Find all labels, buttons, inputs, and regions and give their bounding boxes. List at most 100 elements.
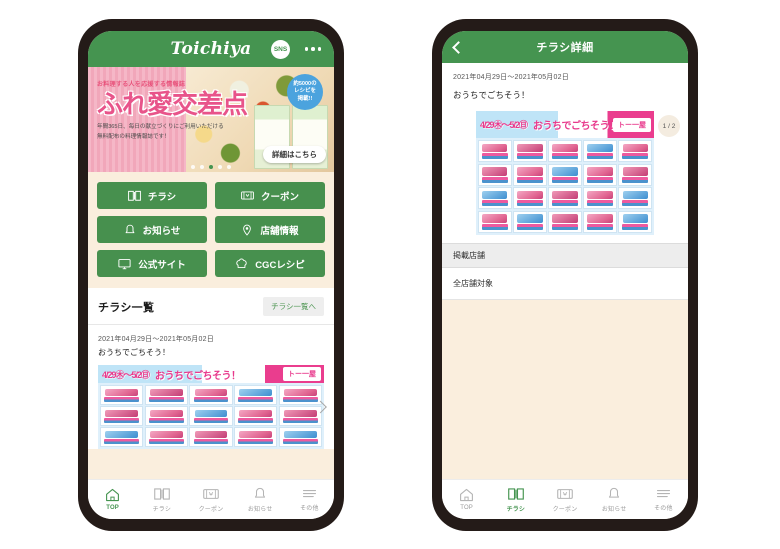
tab-top[interactable]: TOP — [442, 488, 491, 511]
tab-label-coupon: クーポン — [198, 506, 224, 513]
hero-copy: お料理する人を応援する情報誌 ふれ愛交差点 年間365日、毎日の献立づくりにご利… — [97, 79, 248, 142]
menu-label-coupon: クーポン — [260, 191, 299, 203]
flyer-cell — [478, 210, 512, 233]
flyer-thumbnail[interactable]: 4/29㊍～5/2㊐ おうちでごちそう！ トー一屋 — [98, 365, 324, 449]
bottom-tab-bar-detail: TOP チラシ クーポン お知らせ その他 — [442, 479, 688, 519]
tab-label-news: お知らせ — [247, 506, 273, 513]
detail-flyer-area[interactable]: 4/29㊍～5/2㊐ おうちでごちそう！ トー一屋 1 / 2 — [442, 105, 688, 243]
flyer-product-grid — [476, 138, 654, 235]
flyer-cell — [189, 427, 233, 447]
flyer-cell — [278, 406, 322, 426]
ticket-icon — [203, 488, 219, 499]
detail-name: おうちでごちそう！ — [453, 90, 530, 100]
flyer-cell — [618, 210, 652, 233]
tab-label-top: TOP — [106, 505, 120, 511]
home-icon — [106, 488, 120, 502]
tab-label-top: TOP — [460, 505, 474, 511]
phone-mockup-top: Toichiya SNS お料理する人を応援する情報誌 ふれ愛交差点 年間365… — [78, 19, 344, 531]
tab-news[interactable]: お知らせ — [590, 487, 639, 513]
flyer-cell — [548, 140, 582, 163]
flyer-cell — [189, 406, 233, 426]
ticket-icon — [557, 488, 573, 499]
detail-page-body: 2021年04月29日～2021年05月02日 おうちでごちそう！ 4/29㊍～… — [442, 63, 688, 479]
flyer-date-text: 4/29㊍～5/2㊐ — [480, 120, 528, 131]
flyer-date-text: 4/29㊍～5/2㊐ — [102, 369, 150, 380]
kebab-menu-icon[interactable] — [304, 47, 321, 51]
flyer-banner-strip: 4/29㊍～5/2㊐ おうちでごちそう！ トー一屋 — [98, 365, 324, 384]
book-icon — [507, 487, 524, 500]
flyer-cell — [100, 385, 144, 405]
top-page-body: お料理する人を応援する情報誌 ふれ愛交差点 年間365日、毎日の献立づくりにご利… — [88, 67, 334, 479]
menu-label-cgc-recipe: CGCレシピ — [255, 259, 305, 271]
main-menu-grid: チラシ クーポン お知らせ 店舗情報 公式サイト CGCレシピ — [88, 172, 334, 288]
flyer-cell — [189, 385, 233, 405]
menu-button-flyer[interactable]: チラシ — [97, 182, 207, 209]
tab-other[interactable]: その他 — [285, 487, 334, 512]
menu-button-store-info[interactable]: 店舗情報 — [215, 216, 325, 243]
tab-coupon[interactable]: クーポン — [540, 487, 589, 513]
flyer-list-card: チラシ一覧 チラシ一覧へ 2021年04月29日～2021年05月02日 おうち… — [88, 288, 334, 449]
flyer-store-logo: トー一屋 — [283, 367, 321, 382]
hero-badge-line3: 掲載!! — [297, 95, 313, 102]
flyer-cell — [100, 406, 144, 426]
hero-description-line1: 年間365日、毎日の献立づくりにご利用いただける — [97, 124, 224, 130]
tab-label-flyer: チラシ — [152, 506, 172, 513]
menu-button-cgc-recipe[interactable]: CGCレシピ — [215, 250, 325, 277]
sns-badge[interactable]: SNS — [271, 39, 290, 59]
detail-flyer-image[interactable]: 4/29㊍～5/2㊐ おうちでごちそう！ トー一屋 — [476, 111, 654, 235]
bottom-tab-bar-top: TOP チラシ クーポン お知らせ その他 — [88, 479, 334, 519]
tab-news[interactable]: お知らせ — [236, 487, 285, 513]
hero-banner[interactable]: お料理する人を応援する情報誌 ふれ愛交差点 年間365日、毎日の献立づくりにご利… — [88, 67, 334, 172]
tab-label-other: その他 — [654, 506, 673, 512]
ticket-icon — [241, 191, 254, 200]
menu-button-news[interactable]: お知らせ — [97, 216, 207, 243]
hero-recipe-count-badge: 約5000の レシピを 掲載!! — [287, 74, 323, 110]
flyer-cell — [513, 140, 547, 163]
flyer-product-grid — [98, 383, 324, 449]
flyer-item-thumbnail-wrap[interactable]: 4/29㊍～5/2㊐ おうちでごちそう！ トー一屋 — [98, 365, 327, 449]
tab-flyer[interactable]: チラシ — [491, 487, 540, 513]
page-counter-badge: 1 / 2 — [658, 115, 680, 137]
menu-lines-icon — [302, 489, 316, 498]
app-header: Toichiya SNS — [88, 31, 334, 67]
phone-mockup-detail: チラシ詳細 2021年04月29日～2021年05月02日 おうちでごちそう！ … — [432, 19, 698, 531]
hero-description-line2: 無料配布の料理情報誌です！ — [97, 133, 170, 140]
flyer-slogan: おうちでごちそう！ — [533, 121, 619, 133]
menu-button-official-site[interactable]: 公式サイト — [97, 250, 207, 277]
bell-icon — [255, 487, 266, 498]
flyer-cell — [618, 163, 652, 186]
flyer-list-more-button[interactable]: チラシ一覧へ — [263, 297, 324, 316]
flyer-cell — [513, 187, 547, 210]
tab-label-coupon: クーポン — [552, 506, 578, 513]
flyer-cell — [478, 163, 512, 186]
flyer-cell — [234, 427, 278, 447]
chevron-left-icon[interactable] — [452, 40, 465, 54]
flyer-cell — [548, 210, 582, 233]
flyer-slogan: おうちでごちそう！ — [155, 370, 241, 382]
monitor-icon — [118, 258, 131, 269]
app-screen-top: Toichiya SNS お料理する人を応援する情報誌 ふれ愛交差点 年間365… — [88, 31, 334, 519]
menu-button-coupon[interactable]: クーポン — [215, 182, 325, 209]
hero-detail-button[interactable]: 詳細はこちら — [263, 146, 326, 163]
flyer-cell — [583, 140, 617, 163]
book-icon — [153, 487, 170, 500]
carousel-dots[interactable] — [88, 165, 334, 169]
flyer-cell — [513, 163, 547, 186]
tab-other[interactable]: その他 — [639, 487, 688, 512]
tab-flyer[interactable]: チラシ — [137, 487, 186, 513]
flyer-list-body: 2021年04月29日～2021年05月02日 おうちでごちそう！ 4/29㊍～… — [88, 325, 334, 449]
bell-icon — [609, 487, 620, 498]
flyer-item-date: 2021年04月29日～2021年05月02日 — [98, 336, 214, 343]
flyer-cell — [583, 210, 617, 233]
menu-label-official-site: 公式サイト — [138, 259, 186, 271]
flyer-cell — [583, 187, 617, 210]
tab-label-flyer: チラシ — [506, 506, 526, 513]
flyer-list-header: チラシ一覧 チラシ一覧へ — [88, 288, 334, 325]
hero-badge-line2: レシピを — [293, 88, 316, 95]
flyer-cell — [100, 427, 144, 447]
tab-top[interactable]: TOP — [88, 488, 137, 511]
tab-coupon[interactable]: クーポン — [186, 487, 235, 513]
section-header-stores: 掲載店舗 — [442, 243, 688, 268]
hero-title: ふれ愛交差点 — [97, 89, 248, 119]
flyer-cell — [144, 385, 188, 405]
